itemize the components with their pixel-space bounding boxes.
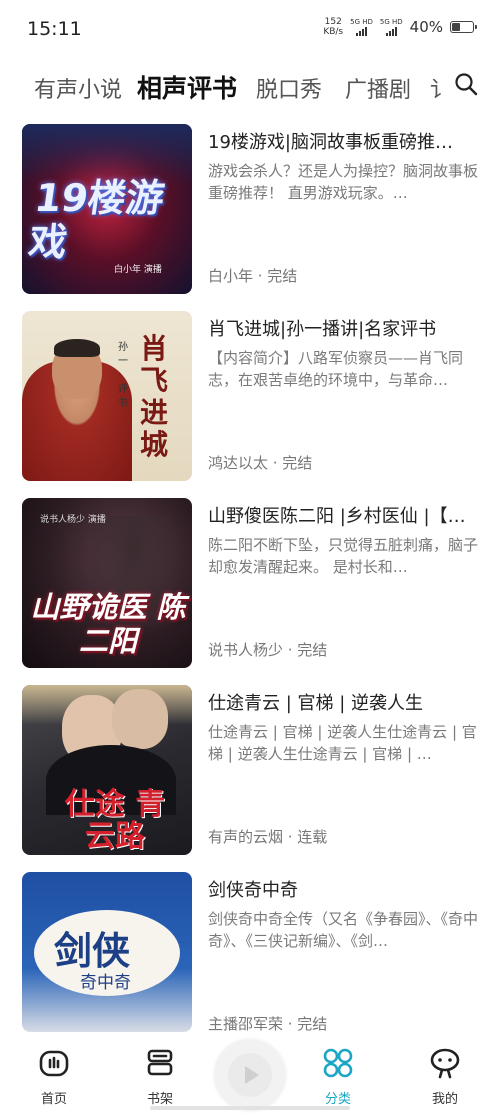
nav-home[interactable]: 首页	[14, 1047, 94, 1107]
book-info: 山野傻医陈二阳 |乡村医仙 |【… 陈二阳不断下坠，只觉得五脏刺痛，脑子却愈发清…	[208, 496, 480, 668]
cover-title: 19楼游戏	[25, 176, 168, 264]
book-description: 【内容简介】八路军侦察员——肖飞同志，在艰苦卓绝的环境中，与革命…	[208, 349, 464, 389]
book-cover[interactable]: 仕途 青云路	[22, 685, 192, 855]
nav-profile[interactable]: 我的	[405, 1047, 485, 1107]
book-info: 仕途青云 | 官梯 | 逆袭人生 仕途青云 | 官梯 | 逆袭人生仕途青云 | …	[208, 683, 480, 855]
tab-crosstalk-storytelling[interactable]: 相声评书	[137, 69, 237, 105]
cover-title: 仕途 青云路	[64, 787, 166, 854]
home-icon	[39, 1050, 69, 1077]
book-info: 19楼游戏|脑洞故事板重磅推… 游戏会杀人？还是人为操控？脑洞故事板重磅推荐！ …	[208, 122, 480, 294]
book-author-status: 鸿达以太 · 完结	[208, 454, 313, 472]
category-tabs: 有声小说 相声评书 脱口秀 广播剧 讠	[0, 58, 500, 110]
status-bar: 15:11 152 KB/s 5G HD 5G HD 40%	[0, 0, 500, 58]
book-title[interactable]: 肖飞进城|孙一播讲|名家评书	[208, 315, 480, 341]
book-cover[interactable]: 说书人杨少 演播 山野诡医 陈二阳	[22, 498, 192, 668]
nav-home-label: 首页	[40, 1092, 67, 1107]
book-description: 陈二阳不断下坠，只觉得五脏刺痛，脑子却愈发清醒起来。 是村长和…	[208, 536, 479, 576]
signal-indicator-2: 5G HD	[380, 18, 403, 36]
nav-profile-label: 我的	[431, 1092, 458, 1107]
status-time: 15:11	[27, 18, 82, 40]
cover-title: 剑侠	[54, 928, 131, 973]
cover-narrator: 白小年 演播	[114, 265, 162, 275]
nav-category[interactable]: 分类	[298, 1047, 378, 1107]
cover-narrator: 说书人杨少 演播	[40, 515, 106, 525]
book-title[interactable]: 剑侠奇中奇	[208, 876, 480, 902]
book-description: 剑侠奇中奇全传（又名《争春园》、《奇中奇》、《三侠记新编》、《剑…	[208, 910, 479, 950]
tab-audio-novel[interactable]: 有声小说	[34, 72, 122, 104]
nav-bookshelf[interactable]: 书架	[120, 1047, 200, 1107]
book-info: 肖飞进城|孙一播讲|名家评书 【内容简介】八路军侦察员——肖飞同志，在艰苦卓绝的…	[208, 309, 480, 481]
network-speed-value: 152	[324, 17, 342, 27]
battery-percent: 40%	[409, 18, 443, 36]
mini-player-button[interactable]	[215, 1040, 285, 1110]
list-item[interactable]: 19楼游戏 白小年 演播 19楼游戏|脑洞故事板重磅推… 游戏会杀人？还是人为操…	[0, 122, 500, 294]
book-cover[interactable]: 肖飞进城 孙一·评书	[22, 311, 192, 481]
cover-narrator: 孙一·评书	[118, 342, 128, 409]
list-item[interactable]: 肖飞进城 孙一·评书 肖飞进城|孙一播讲|名家评书 【内容简介】八路军侦察员——…	[0, 309, 500, 481]
list-item[interactable]: 说书人杨少 演播 山野诡医 陈二阳 山野傻医陈二阳 |乡村医仙 |【… 陈二阳不…	[0, 496, 500, 668]
network-speed-unit: KB/s	[323, 27, 344, 37]
book-title[interactable]: 19楼游戏|脑洞故事板重磅推…	[208, 128, 480, 154]
search-icon[interactable]	[454, 72, 478, 96]
network-speed: 152 KB/s	[323, 17, 343, 37]
cover-title: 山野诡医 陈二阳	[30, 590, 186, 658]
list-item[interactable]: 仕途 青云路 仕途青云 | 官梯 | 逆袭人生 仕途青云 | 官梯 | 逆袭人生…	[0, 683, 500, 855]
nav-bookshelf-label: 书架	[146, 1092, 173, 1107]
book-title[interactable]: 仕途青云 | 官梯 | 逆袭人生	[208, 689, 480, 715]
book-description: 游戏会杀人？还是人为操控？脑洞故事板重磅推荐！ 直男游戏玩家。…	[208, 162, 479, 202]
tab-more-clipped[interactable]: 讠	[430, 72, 442, 104]
book-author-status: 白小年 · 完结	[208, 267, 298, 285]
home-indicator[interactable]	[150, 1106, 350, 1110]
signal-indicator-1: 5G HD	[350, 18, 373, 36]
bookshelf-icon	[147, 1049, 173, 1076]
battery-icon	[450, 21, 477, 33]
cover-title: 肖飞进城	[140, 332, 169, 461]
nav-category-label: 分类	[324, 1092, 351, 1107]
book-cover[interactable]: 剑侠 奇中奇	[22, 872, 192, 1032]
book-description: 仕途青云 | 官梯 | 逆袭人生仕途青云 | 官梯 | 逆袭人生仕途青云 | 官…	[208, 723, 477, 763]
tab-talk-show[interactable]: 脱口秀	[256, 72, 322, 104]
cover-subtitle: 奇中奇	[80, 973, 131, 993]
book-author-status: 有声的云烟 · 连载	[208, 828, 328, 846]
signal-bars-icon	[356, 26, 367, 36]
profile-icon	[430, 1048, 460, 1079]
signal-label-2: 5G HD	[379, 18, 403, 26]
play-icon	[228, 1053, 272, 1097]
signal-bars-icon	[385, 26, 397, 36]
category-icon	[323, 1048, 353, 1078]
book-cover[interactable]: 19楼游戏 白小年 演播	[22, 124, 192, 294]
signal-label-1: 5G HD	[350, 18, 373, 26]
status-indicators: 152 KB/s 5G HD 5G HD 40%	[323, 17, 477, 37]
list-item[interactable]: 剑侠 奇中奇 剑侠奇中奇 剑侠奇中奇全传（又名《争春园》、《奇中奇》、《三侠记新…	[0, 870, 500, 1033]
book-author-status: 说书人杨少 · 完结	[208, 641, 328, 659]
book-author-status: 主播邵军荣 · 完结	[208, 1015, 328, 1033]
book-info: 剑侠奇中奇 剑侠奇中奇全传（又名《争春园》、《奇中奇》、《三侠记新编》、《剑… …	[208, 870, 480, 1033]
book-title[interactable]: 山野傻医陈二阳 |乡村医仙 |【…	[208, 502, 480, 528]
tab-radio-drama[interactable]: 广播剧	[345, 72, 411, 104]
